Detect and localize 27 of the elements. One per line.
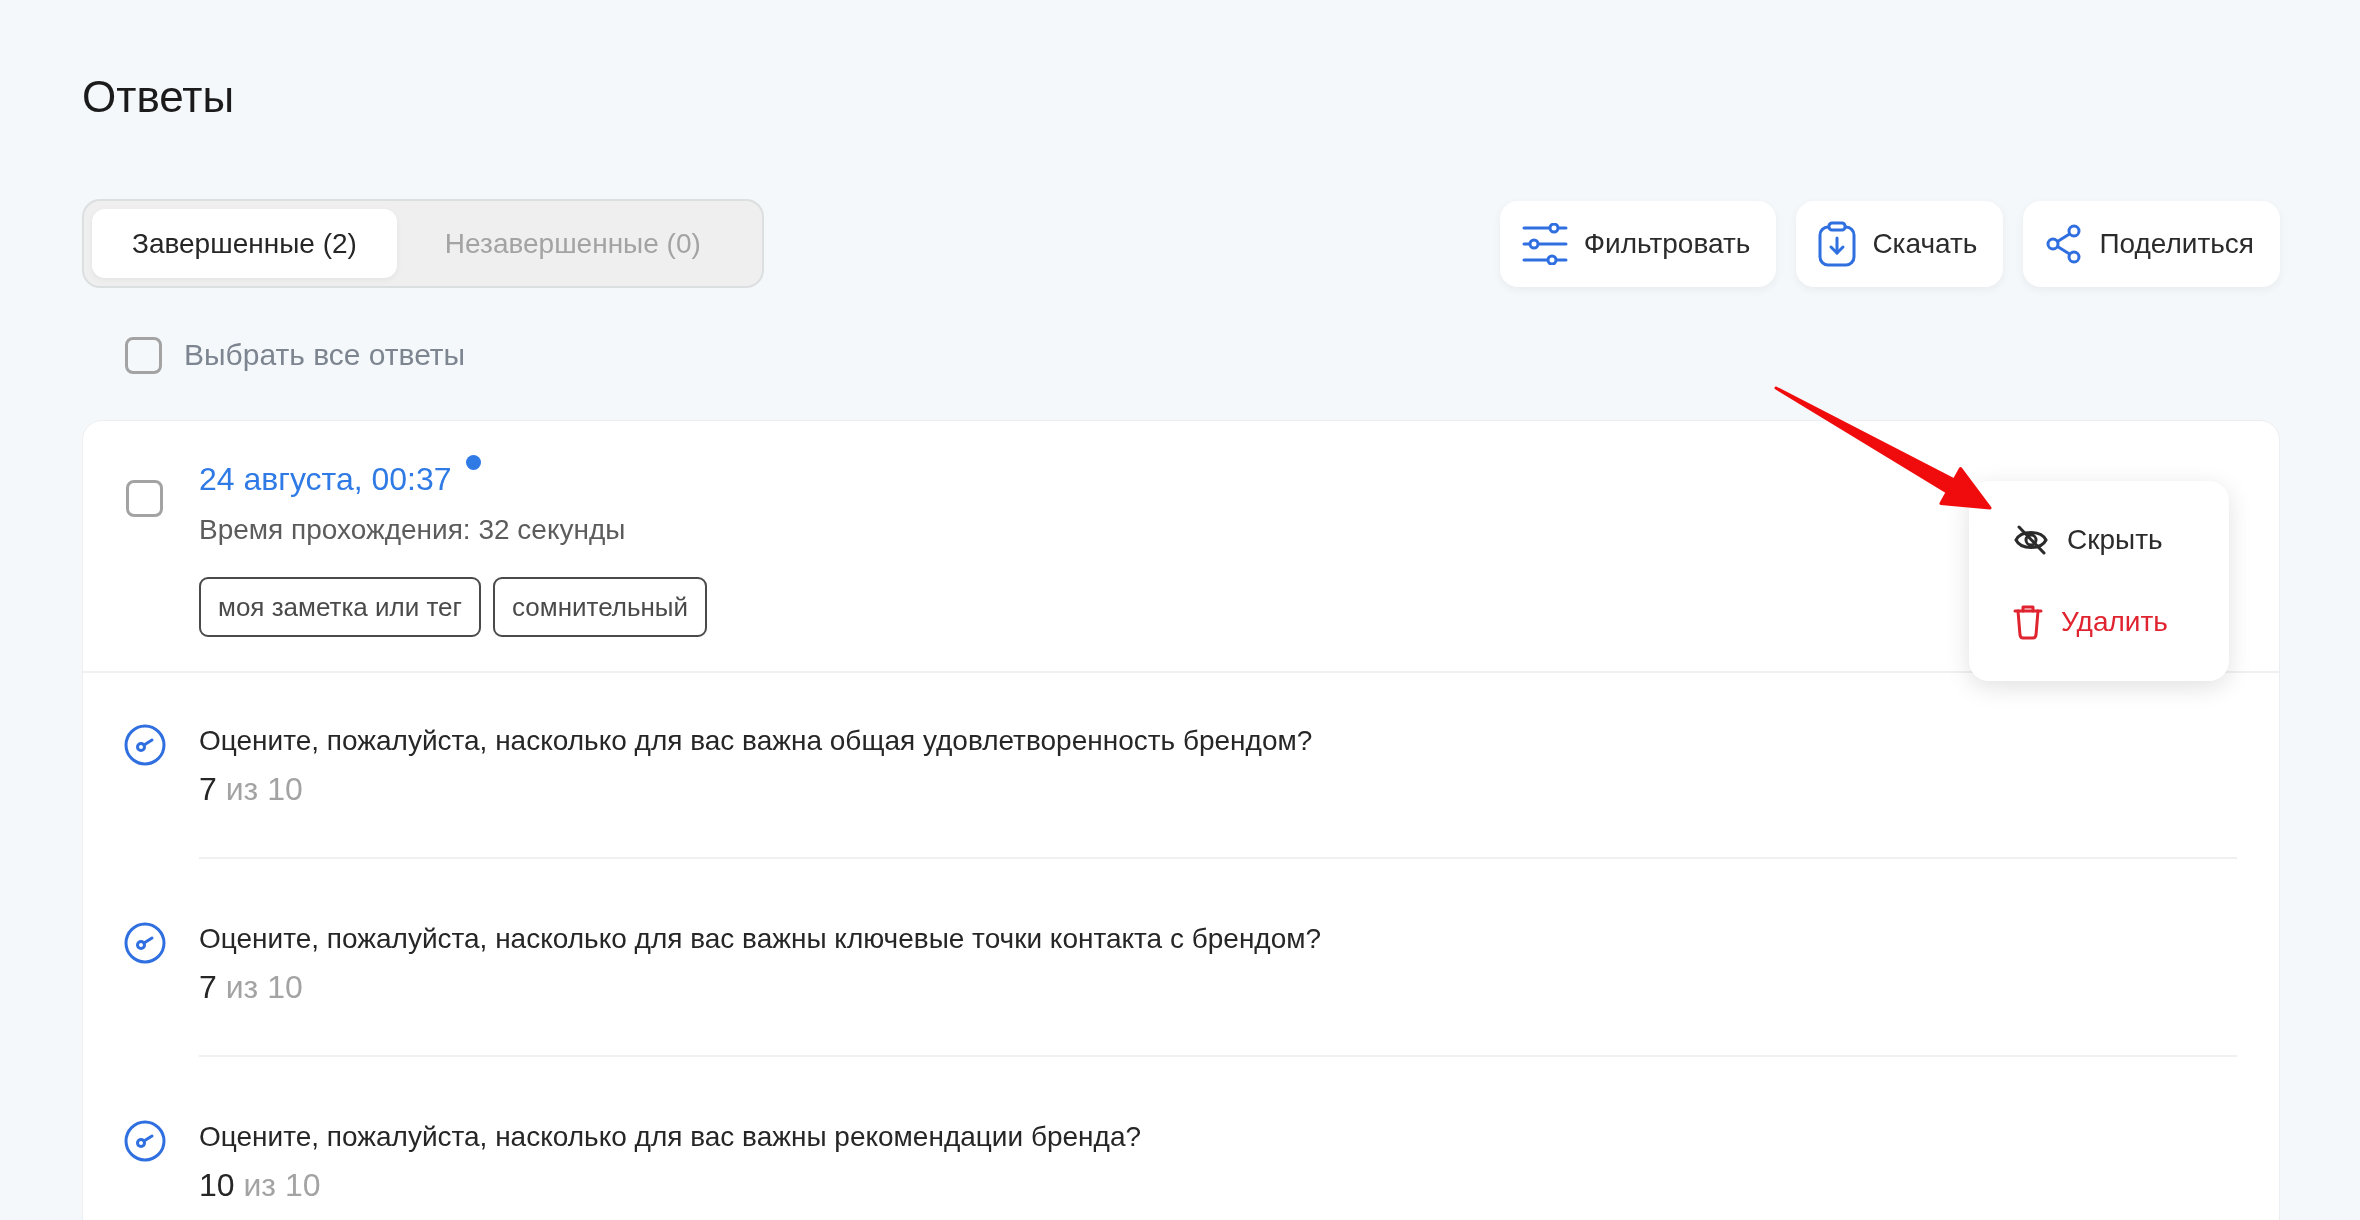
gauge-icon	[123, 723, 167, 767]
select-all-label: Выбрать все ответы	[184, 338, 466, 372]
clipboard-download-icon	[1818, 220, 1857, 267]
completion-time: Время прохождения: 32 секунды	[199, 513, 626, 547]
checkbox[interactable]	[125, 336, 162, 374]
tag[interactable]: сомнительный	[493, 577, 708, 637]
answer-score: 7 из 10	[199, 770, 304, 809]
eye-off-icon	[2013, 524, 2049, 556]
share-button[interactable]: Поделиться	[2023, 200, 2280, 287]
question-text: Оцените, пожалуйста, насколько для вас важна общая удовлетворенность брендом?	[199, 724, 1314, 758]
trash-icon	[2013, 604, 2043, 640]
question-text: Оцените, пожалуйста, насколько для вас важны рекомендации бренда?	[199, 1120, 1143, 1154]
tab[interactable]: Завершенные (2)	[92, 209, 397, 278]
answer-score: 10 из 10	[199, 1166, 322, 1205]
gauge-icon	[123, 921, 167, 965]
response-date[interactable]: 24 августа, 00:37	[199, 455, 452, 503]
filter-button[interactable]: Фильтровать	[1499, 200, 1777, 287]
sliders-icon	[1521, 222, 1568, 265]
question-text: Оцените, пожалуйста, насколько для вас важны ключевые точки контакта с брендом?	[199, 922, 1323, 956]
delete-menu-item[interactable]: Удалить	[1969, 583, 2229, 661]
download-button[interactable]: Скачать	[1796, 200, 2004, 287]
page-title: Ответы	[82, 71, 236, 123]
hide-menu-item[interactable]: Скрыть	[1969, 501, 2229, 579]
checkbox[interactable]	[126, 480, 163, 517]
tag[interactable]: моя заметка или тег	[199, 577, 482, 637]
gauge-icon	[123, 1119, 167, 1163]
answer-score: 7 из 10	[199, 968, 304, 1007]
